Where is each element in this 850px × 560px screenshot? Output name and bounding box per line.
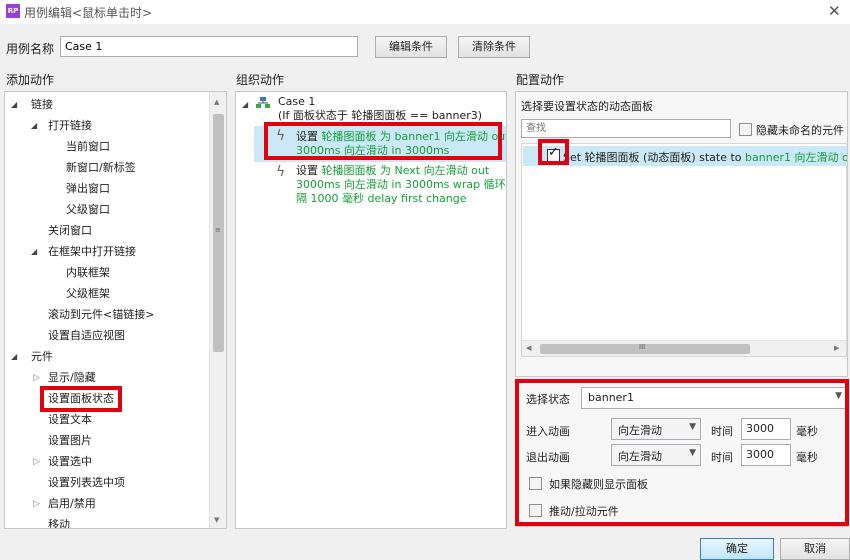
highlight-box [515, 379, 849, 526]
tree-item-parent-window[interactable]: 父级窗口 [66, 200, 110, 220]
collapse-icon[interactable]: ◢ [11, 352, 17, 361]
grip-icon: III [639, 343, 646, 351]
panel-row-value: banner1 向左滑动 out 3 [745, 151, 847, 164]
panel-list[interactable]: ✓ Set 轮播图面板 (动态面板) state to banner1 向左滑动… [521, 143, 847, 357]
edit-condition-button[interactable]: 编辑条件 [375, 36, 447, 58]
panel-row-text: Set 轮播图面板 (动态面板) state to banner1 向左滑动 o… [563, 149, 847, 165]
collapse-icon[interactable]: ◢ [31, 247, 37, 256]
add-action-title: 添加动作 [6, 73, 55, 87]
close-icon[interactable]: ✕ [828, 2, 841, 20]
tree-item-new-window[interactable]: 新窗口/新标签 [66, 158, 136, 178]
expand-icon[interactable]: ▷ [33, 373, 40, 383]
app-icon: RP [6, 4, 20, 18]
add-action-tree[interactable]: ◢ 链接 ◢ 打开链接 当前窗口 新窗口/新标签 弹出窗口 父级窗口 关闭窗口 … [4, 91, 227, 529]
organize-action-title: 组织动作 [236, 73, 285, 87]
highlight-box [264, 122, 502, 160]
panel-list-row[interactable]: ✓ Set 轮播图面板 (动态面板) state to banner1 向左滑动… [523, 145, 847, 166]
scroll-down-icon[interactable]: ▼ [214, 516, 219, 524]
clear-condition-button[interactable]: 清除条件 [458, 36, 530, 58]
highlight-box [40, 386, 122, 412]
tree-item-set-adaptive-view[interactable]: 设置自适应视图 [48, 326, 125, 346]
tree-item-show-hide[interactable]: 显示/隐藏 [48, 368, 96, 388]
title-bar: RP 用例编辑<鼠标单击时> ✕ [0, 0, 850, 24]
tree-item-widgets[interactable]: 元件 [31, 347, 53, 367]
tree-item-open-in-frame[interactable]: 在框架中打开链接 [48, 242, 136, 262]
action-item[interactable]: ϟ 设置 轮播图面板 为 Next 向左滑动 out 3000ms 向左滑动 i… [254, 164, 506, 210]
grip-icon: ≡ [215, 226, 221, 234]
hide-unnamed-checkbox[interactable] [739, 123, 752, 136]
collapse-icon[interactable]: ◢ [242, 100, 248, 109]
ok-button[interactable]: 确定 [700, 538, 774, 560]
search-input[interactable] [521, 119, 731, 138]
scroll-left-icon[interactable]: ◀ [526, 344, 531, 352]
tree-item-close-window[interactable]: 关闭窗口 [48, 221, 92, 241]
action-verb: 设置 [296, 164, 318, 177]
configure-action-title: 配置动作 [516, 73, 565, 87]
collapse-icon[interactable]: ◢ [31, 121, 37, 130]
tree-item-popup-window[interactable]: 弹出窗口 [66, 179, 110, 199]
action-text: 轮播图面板 为 Next 向左滑动 out [321, 164, 490, 177]
configure-panel-list: 选择要设置状态的动态面板 隐藏未命名的元件 ✓ Set 轮播图面板 (动态面板)… [515, 91, 848, 377]
cancel-button[interactable]: 取消 [780, 538, 850, 560]
case-icon [256, 97, 270, 108]
left-vertical-scrollbar[interactable]: ▲ ≡ ▼ [209, 92, 226, 528]
tree-item-set-image[interactable]: 设置图片 [48, 431, 92, 451]
tree-item-scroll-to-widget[interactable]: 滚动到元件<锚链接> [48, 305, 154, 325]
tree-item-current-window[interactable]: 当前窗口 [66, 137, 110, 157]
scroll-up-icon[interactable]: ▲ [214, 98, 219, 106]
expand-icon[interactable]: ▷ [33, 457, 40, 467]
tree-item-set-text[interactable]: 设置文本 [48, 410, 92, 430]
lightning-icon: ϟ [276, 164, 286, 180]
window-title: 用例编辑<鼠标单击时> [24, 6, 153, 20]
tree-item-move[interactable]: 移动 [48, 515, 70, 528]
horizontal-scrollbar[interactable]: ◀ III ▶ [522, 340, 846, 356]
tree-item-open-link[interactable]: 打开链接 [48, 116, 92, 136]
tree-item-parent-frame[interactable]: 父级框架 [66, 284, 110, 304]
collapse-icon[interactable]: ◢ [11, 100, 17, 109]
hide-unnamed-label: 隐藏未命名的元件 [756, 124, 844, 137]
case-name-input[interactable] [60, 36, 358, 57]
tree-item-set-list-selected[interactable]: 设置列表选中项 [48, 473, 125, 493]
case-name-label: 用例名称 [6, 42, 55, 56]
action-text: 3000ms 向左滑动 in 3000ms wrap 循环间 [296, 178, 507, 191]
tree-item-link[interactable]: 链接 [31, 95, 53, 115]
expand-icon[interactable]: ▷ [33, 499, 40, 509]
highlight-box [538, 139, 569, 165]
scroll-right-icon[interactable]: ▶ [834, 344, 839, 352]
tree-item-enable-disable[interactable]: 启用/禁用 [48, 494, 96, 514]
action-text: 隔 1000 毫秒 delay first change [296, 192, 467, 205]
tree-item-inline-frame[interactable]: 内联框架 [66, 263, 110, 283]
select-panel-subtitle: 选择要设置状态的动态面板 [521, 100, 653, 113]
panel-row-prefix: Set 轮播图面板 (动态面板) state to [563, 151, 746, 164]
tree-item-set-selected[interactable]: 设置选中 [48, 452, 92, 472]
